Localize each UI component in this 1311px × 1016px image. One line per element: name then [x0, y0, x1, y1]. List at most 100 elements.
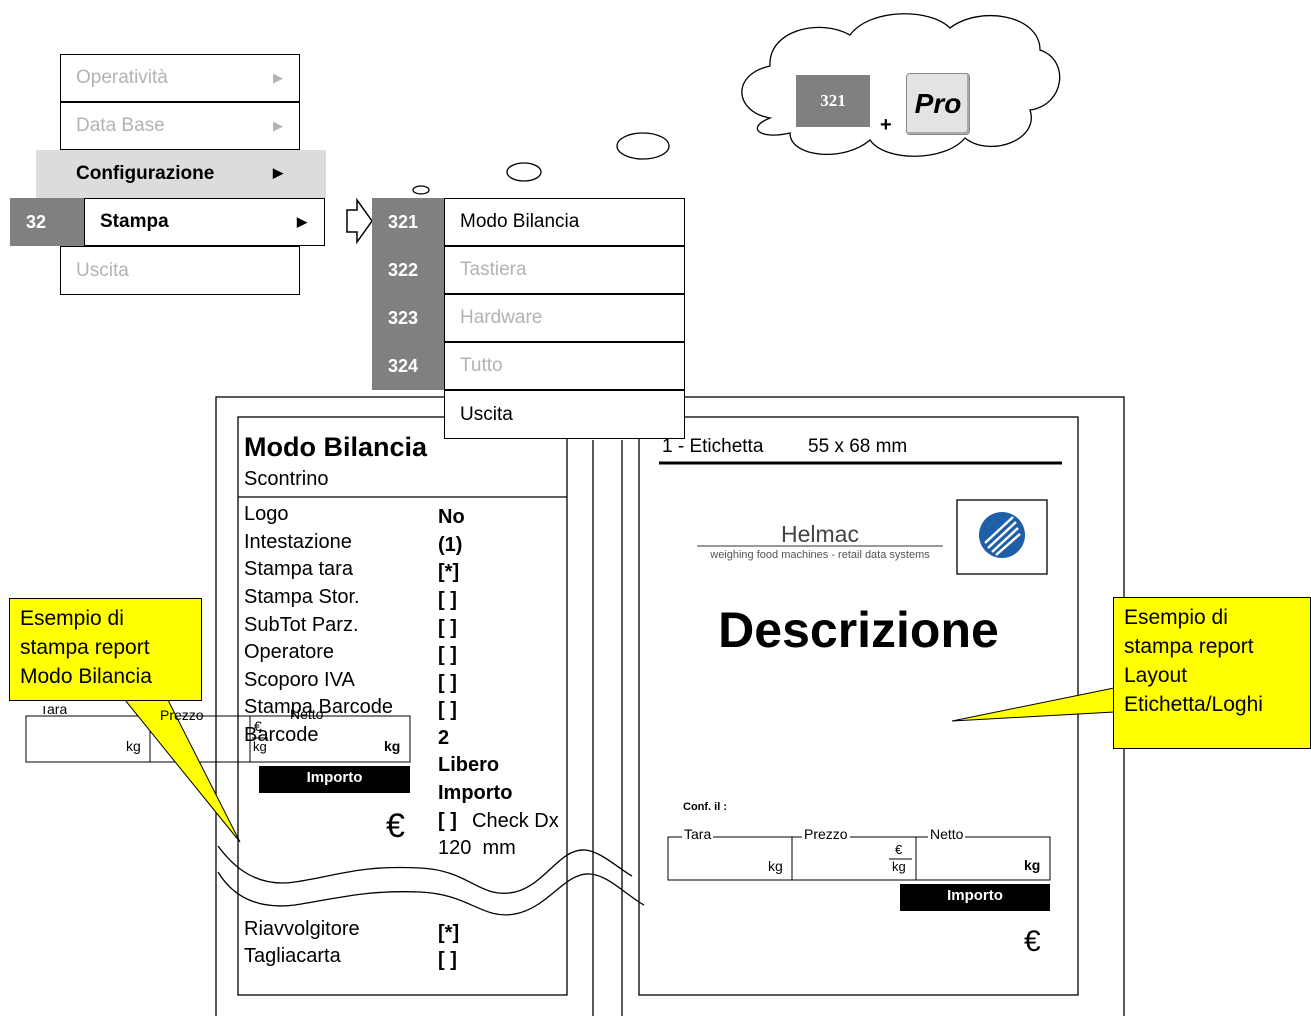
submenu-item-hardware[interactable]: Hardware [444, 294, 685, 342]
label-description: Descrizione [718, 602, 999, 658]
submenu-item-label: Uscita [460, 403, 513, 425]
thought-bubble-medium [506, 162, 542, 182]
label-frac-kg: kg [892, 859, 906, 874]
callout-left: Esempio di stampa report Modo Bilancia [9, 598, 202, 701]
thought-bubble-small [412, 185, 430, 195]
report-row-label: Tagliacarta [244, 945, 341, 967]
thought-cloud [741, 13, 1061, 157]
menu-item-database[interactable]: Data Base ▶ [60, 102, 300, 150]
report-row-label: Stampa tara [244, 558, 353, 580]
chevron-right-icon: ▶ [273, 118, 283, 133]
report-row-value: [ ] [438, 949, 457, 971]
ticket-prezzo-label: Prezzo [160, 707, 204, 723]
thought-code-badge: 321 [796, 75, 870, 127]
report-width-value: 120 mm [438, 837, 516, 859]
ticket-frac-kg: kg [253, 739, 267, 754]
menu-code-badge: 32 [10, 198, 84, 246]
helmac-brand: Helmac [781, 521, 859, 547]
thought-plus: + [880, 114, 892, 136]
report-subtitle: Scontrino [244, 468, 329, 490]
report-extra-value: Libero [438, 754, 500, 776]
chevron-right-icon: ▶ [273, 70, 283, 85]
label-frac-euro: € [895, 842, 903, 857]
menu-item-uscita[interactable]: Uscita [60, 246, 300, 295]
callout-line: stampa report [1124, 635, 1254, 658]
label-header: 1 - Etichetta [662, 436, 764, 457]
submenu-item-label: Modo Bilancia [460, 211, 580, 232]
submenu-code-324: 324 [372, 342, 444, 390]
ticket-netto-unit: kg [384, 738, 401, 754]
pro-key-label: Pro [914, 88, 962, 119]
arrow-connector [346, 197, 373, 245]
submenu-item-label: Hardware [460, 307, 543, 328]
report-check-label: Check Dx [472, 810, 559, 832]
report-title: Modo Bilancia [244, 432, 428, 462]
menu-item-label: Uscita [76, 259, 129, 281]
report-euro-sign: € [386, 807, 405, 845]
submenu-code-322: 322 [372, 246, 444, 294]
report-row-value: [ ] [438, 617, 457, 639]
submenu-item-modo-bilancia[interactable]: Modo Bilancia [444, 198, 685, 246]
label-importo-label: Importo [947, 887, 1003, 904]
callout-line: stampa report [20, 636, 150, 659]
report-row-value: [ ] [438, 589, 457, 611]
submenu-item-label: Tutto [460, 355, 503, 376]
callout-line: Etichetta/Loghi [1124, 693, 1263, 716]
report-row-label: Operatore [244, 641, 335, 663]
tear-line-lower [217, 871, 645, 916]
thought-bubble-large [616, 132, 670, 160]
chevron-right-icon: ▶ [273, 165, 283, 180]
callout-line: Layout [1124, 664, 1188, 687]
report-row-label: Riavvolgitore [244, 918, 360, 940]
callout-line: Esempio di [1124, 606, 1228, 629]
chevron-right-icon: ▶ [297, 214, 307, 229]
pro-key-button[interactable]: Pro [906, 73, 970, 135]
label-netto-unit: kg [1024, 857, 1041, 873]
submenu-item-label: Tastiera [460, 259, 527, 280]
report-row-value: (1) [438, 534, 463, 556]
ticket-tara-unit: kg [126, 738, 141, 754]
label-prezzo-label: Prezzo [802, 826, 850, 842]
report-check-value: [ ] [438, 810, 457, 832]
submenu-code-321: 321 [372, 198, 444, 246]
callout-right: Esempio di stampa report Layout Etichett… [1113, 597, 1311, 749]
helmac-tagline: weighing food machines - retail data sys… [710, 549, 930, 561]
report-row-value: 2 [438, 727, 450, 749]
label-netto-label: Netto [928, 826, 966, 842]
report-row-value: [ ] [438, 672, 457, 694]
ticket-importo-label: Importo [306, 769, 363, 786]
menu-item-label: Data Base [76, 115, 165, 136]
tear-line-upper [217, 845, 633, 894]
callout-line: Modo Bilancia [20, 665, 152, 688]
label-euro-sign: € [1024, 925, 1041, 958]
report-row-value: [ ] [438, 644, 457, 666]
report-row-label: Scoporo IVA [244, 669, 355, 691]
callout-right-pointer [951, 687, 1115, 722]
submenu-item-tastiera[interactable]: Tastiera [444, 246, 685, 294]
submenu-item-tutto[interactable]: Tutto [444, 342, 685, 390]
report-row-value: [ ] [438, 699, 457, 721]
report-row-value: [*] [438, 922, 460, 944]
menu-item-label: Configurazione [76, 163, 215, 184]
report-row-label: Logo [244, 503, 289, 525]
menu-item-label: Operatività [76, 67, 168, 88]
report-row-value: No [438, 506, 465, 528]
label-size: 55 x 68 mm [808, 436, 908, 457]
report-row-label: SubTot Parz. [244, 614, 359, 636]
ticket-netto-label: Netto [290, 706, 324, 722]
report-extra-value: Importo [438, 782, 513, 804]
submenu-code-323: 323 [372, 294, 444, 342]
label-tara-label: Tara [682, 826, 714, 842]
menu-item-stampa[interactable]: Stampa ▶ [84, 198, 325, 246]
report-row-value: [*] [438, 561, 460, 583]
report-row-label: Stampa Stor. [244, 586, 360, 608]
ticket-frac-euro: € [254, 718, 262, 734]
menu-item-configurazione[interactable]: Configurazione ▶ [36, 150, 326, 198]
callout-line: Esempio di [20, 607, 124, 630]
report-row-label: Intestazione [244, 531, 352, 553]
label-tara-unit: kg [768, 858, 783, 874]
ticket-tara-label: Tara [40, 706, 68, 716]
label-conf: Conf. il : [683, 801, 727, 813]
menu-item-operativita[interactable]: Operatività ▶ [60, 54, 300, 102]
submenu-item-uscita[interactable]: Uscita [444, 390, 685, 439]
